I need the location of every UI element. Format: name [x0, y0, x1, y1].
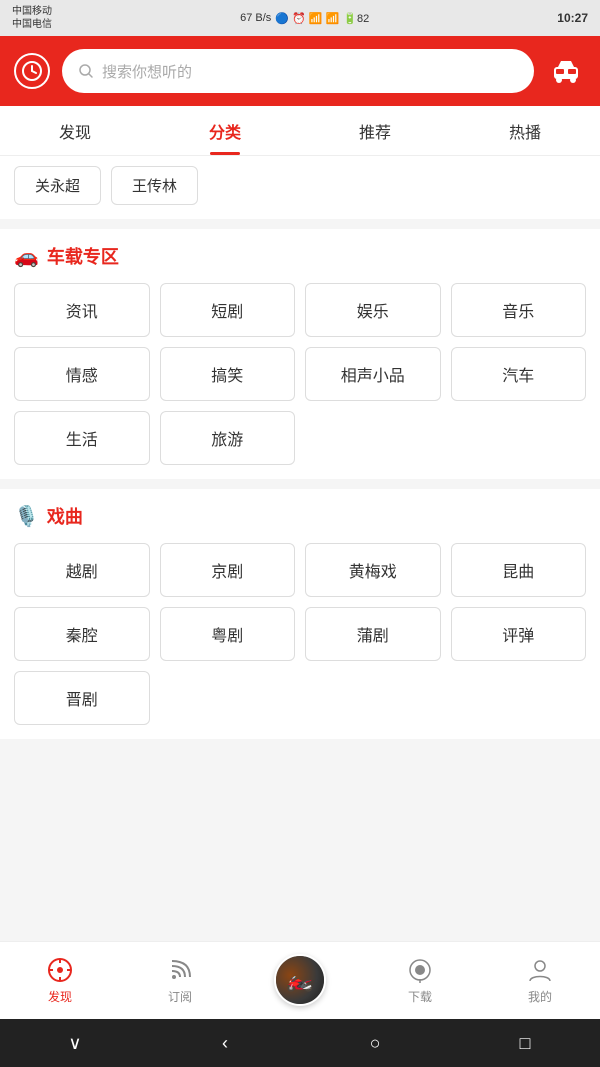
search-placeholder: 搜索你想听的 — [102, 61, 192, 82]
tag-资讯[interactable]: 资讯 — [14, 283, 150, 337]
bottom-nav: 发现 订阅 🏍️ 下载 — [0, 941, 600, 1019]
system-nav-bar: ∨ ‹ ○ □ — [0, 1019, 600, 1067]
tab-hot[interactable]: 热播 — [450, 106, 600, 155]
names-row: 关永超 王传林 — [0, 156, 600, 219]
mic-icon — [406, 956, 434, 984]
tab-recommend[interactable]: 推荐 — [300, 106, 450, 155]
search-icon — [78, 63, 94, 79]
rss-icon — [166, 956, 194, 984]
tag-娱乐[interactable]: 娱乐 — [305, 283, 441, 337]
content-area: 关永超 王传林 🚗 车载专区 资讯 短剧 娱乐 音乐 情感 搞笑 相声小品 汽车… — [0, 156, 600, 941]
tag-秦腔[interactable]: 秦腔 — [14, 607, 150, 661]
nav-tabs: 发现 分类 推荐 热播 — [0, 106, 600, 156]
car-zone-title: 🚗 车载专区 — [14, 243, 586, 269]
tag-越剧[interactable]: 越剧 — [14, 543, 150, 597]
name-tag-1[interactable]: 王传林 — [111, 166, 198, 205]
tag-黄梅戏[interactable]: 黄梅戏 — [305, 543, 441, 597]
carrier-info: 中国移动 中国电信 — [12, 5, 52, 31]
nav-down-button[interactable]: ∨ — [55, 1023, 95, 1063]
tag-京剧[interactable]: 京剧 — [160, 543, 296, 597]
nav-center-avatar[interactable]: 🏍️ — [240, 954, 360, 1008]
status-bar: 中国移动 中国电信 67 B/s 🔵 ⏰ 📶 📶 🔋82 10:27 — [0, 0, 600, 36]
tag-蒲剧[interactable]: 蒲剧 — [305, 607, 441, 661]
tag-粤剧[interactable]: 粤剧 — [160, 607, 296, 661]
tag-生活[interactable]: 生活 — [14, 411, 150, 465]
car-zone-section: 🚗 车载专区 资讯 短剧 娱乐 音乐 情感 搞笑 相声小品 汽车 生活 旅游 — [0, 229, 600, 479]
search-bar[interactable]: 搜索你想听的 — [62, 49, 534, 93]
person-icon — [526, 956, 554, 984]
compass-icon — [46, 956, 74, 984]
car-icon[interactable] — [546, 51, 586, 91]
tag-搞笑[interactable]: 搞笑 — [160, 347, 296, 401]
avatar: 🏍️ — [274, 954, 326, 1006]
nav-subscribe[interactable]: 订阅 — [120, 956, 240, 1005]
tag-昆曲[interactable]: 昆曲 — [451, 543, 587, 597]
car-zone-icon: 🚗 — [14, 244, 39, 269]
tab-category[interactable]: 分类 — [150, 106, 300, 155]
opera-zone-grid: 越剧 京剧 黄梅戏 昆曲 秦腔 粤剧 蒲剧 评弹 晋剧 — [14, 543, 586, 725]
nav-home-button[interactable]: ○ — [355, 1023, 395, 1063]
name-tag-0[interactable]: 关永超 — [14, 166, 101, 205]
opera-zone-icon: 🎙️ — [14, 504, 39, 529]
tag-旅游[interactable]: 旅游 — [160, 411, 296, 465]
nav-recent-button[interactable]: □ — [505, 1023, 545, 1063]
tag-评弹[interactable]: 评弹 — [451, 607, 587, 661]
tab-discover[interactable]: 发现 — [0, 106, 150, 155]
tag-晋剧[interactable]: 晋剧 — [14, 671, 150, 725]
nav-discover[interactable]: 发现 — [0, 956, 120, 1005]
header: 搜索你想听的 — [0, 36, 600, 106]
nav-download[interactable]: 下载 — [360, 956, 480, 1005]
clock-icon[interactable] — [14, 53, 50, 89]
nav-back-button[interactable]: ‹ — [205, 1023, 245, 1063]
avatar-image: 🏍️ — [276, 956, 324, 1004]
status-icons: 67 B/s 🔵 ⏰ 📶 📶 🔋82 — [240, 12, 369, 25]
tag-汽车[interactable]: 汽车 — [451, 347, 587, 401]
status-time: 10:27 — [557, 11, 588, 25]
tag-相声小品[interactable]: 相声小品 — [305, 347, 441, 401]
tag-情感[interactable]: 情感 — [14, 347, 150, 401]
tag-音乐[interactable]: 音乐 — [451, 283, 587, 337]
tag-短剧[interactable]: 短剧 — [160, 283, 296, 337]
nav-mine[interactable]: 我的 — [480, 956, 600, 1005]
opera-zone-title: 🎙️ 戏曲 — [14, 503, 586, 529]
car-zone-grid: 资讯 短剧 娱乐 音乐 情感 搞笑 相声小品 汽车 生活 旅游 — [14, 283, 586, 465]
opera-zone-section: 🎙️ 戏曲 越剧 京剧 黄梅戏 昆曲 秦腔 粤剧 蒲剧 评弹 晋剧 — [0, 489, 600, 739]
